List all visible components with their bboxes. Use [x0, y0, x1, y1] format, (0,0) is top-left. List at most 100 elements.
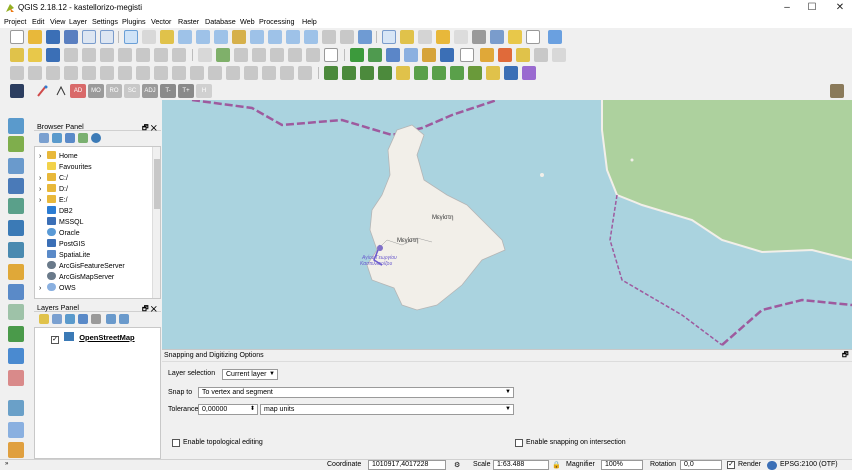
simplify-feature-icon[interactable]	[82, 66, 96, 80]
refresh-icon[interactable]	[358, 30, 372, 44]
new-bookmark-icon[interactable]	[340, 30, 354, 44]
add-ring-icon[interactable]	[100, 66, 114, 80]
manage-visibility-icon[interactable]	[65, 314, 75, 324]
add-raster-layer-icon[interactable]	[368, 48, 382, 62]
zoom-to-layer-icon[interactable]	[250, 30, 264, 44]
composer-manager-icon[interactable]	[100, 30, 114, 44]
new-spatialite-icon[interactable]	[498, 48, 512, 62]
move-feature-icon[interactable]	[82, 48, 96, 62]
node-tool-icon[interactable]	[100, 48, 114, 62]
cad-ad-button[interactable]: AD	[70, 84, 86, 98]
plugin-manager-icon[interactable]	[830, 84, 844, 98]
add-spatialite-layer-icon[interactable]	[404, 48, 418, 62]
touch-zoom-icon[interactable]	[160, 30, 174, 44]
add-wms-layer-icon[interactable]	[440, 48, 454, 62]
vector-tool-4-icon[interactable]	[378, 66, 392, 80]
save-layer-edits-icon[interactable]	[46, 48, 60, 62]
close-button[interactable]: ✕	[832, 2, 848, 14]
zoom-full-icon[interactable]	[214, 30, 228, 44]
open-attribute-table-icon[interactable]	[436, 30, 450, 44]
vector-tool-2-icon[interactable]	[342, 66, 356, 80]
vector-tool-5-icon[interactable]	[396, 66, 410, 80]
vector-tool-3-icon[interactable]	[360, 66, 374, 80]
add-vector-layer-side-icon[interactable]	[8, 118, 24, 134]
add-db2-side-icon[interactable]	[8, 348, 24, 364]
save-project-icon[interactable]	[46, 30, 60, 44]
deselect-icon[interactable]	[418, 30, 432, 44]
show-labels-icon[interactable]	[252, 48, 266, 62]
add-feature-icon[interactable]	[64, 48, 78, 62]
cad-t-plus-button[interactable]: T+	[178, 84, 194, 98]
browser-item-db2[interactable]: DB2	[39, 206, 73, 217]
maximize-button[interactable]: ☐	[804, 2, 820, 14]
zoom-in-icon[interactable]	[178, 30, 192, 44]
layer-labeling-icon[interactable]	[216, 48, 230, 62]
zoom-out-icon[interactable]	[196, 30, 210, 44]
browser-item-favourites[interactable]: Favourites	[39, 162, 92, 173]
snapping-intersection-checkbox[interactable]	[515, 439, 523, 447]
cad-tools-icon[interactable]	[10, 84, 24, 98]
cad-star-icon[interactable]	[54, 84, 68, 98]
redo-icon[interactable]	[46, 66, 60, 80]
add-raster-layer-side-icon[interactable]	[8, 136, 24, 152]
coordinate-field[interactable]: 1010917,4017228	[368, 460, 446, 470]
statistical-summary-icon[interactable]	[472, 30, 486, 44]
new-layer-side-icon[interactable]	[8, 400, 24, 416]
browser-item-home[interactable]: › Home	[39, 151, 78, 162]
scale-combo[interactable]: 1:63.488	[493, 460, 549, 470]
add-postgis-side-icon[interactable]	[8, 178, 24, 194]
cad-h-button[interactable]: H	[196, 84, 212, 98]
menu-plugins[interactable]: Plugins	[122, 17, 146, 26]
split-features-icon[interactable]	[226, 66, 240, 80]
topological-editing-checkbox[interactable]	[172, 439, 180, 447]
menu-raster[interactable]: Raster	[178, 17, 199, 26]
add-postgis-layer-icon[interactable]	[386, 48, 400, 62]
filter-icon[interactable]	[65, 133, 75, 143]
add-part-icon[interactable]	[118, 66, 132, 80]
identify-features-icon[interactable]	[382, 30, 396, 44]
collapse-icon[interactable]: »	[5, 461, 8, 467]
vector-tool-9-icon[interactable]	[486, 66, 500, 80]
label-tool-icon[interactable]	[198, 48, 212, 62]
measure-line-icon[interactable]	[490, 30, 504, 44]
browser-tree[interactable]: › Home Favourites › C:/ › D:/ › E:/ DB2 MSSQ…	[34, 146, 161, 299]
render-checkbox[interactable]: ✓	[727, 461, 735, 469]
browser-item-arcgis-map[interactable]: ArcGisMapServer	[39, 272, 114, 283]
menu-vector[interactable]: Vector	[151, 17, 171, 26]
menu-layer[interactable]: Layer	[69, 17, 87, 26]
new-print-composer-icon[interactable]	[82, 30, 96, 44]
add-wfs-side-icon[interactable]	[8, 242, 24, 258]
gps-side-icon[interactable]	[8, 442, 24, 458]
snapping-panel-float-icon[interactable]: 🗗	[842, 351, 849, 362]
layers-tree[interactable]: ✓ OpenStreetMap	[34, 327, 161, 459]
move-label-icon[interactable]	[270, 48, 284, 62]
fill-ring-icon[interactable]	[136, 66, 150, 80]
menu-help[interactable]: Help	[302, 17, 317, 26]
filter-expression-icon[interactable]	[91, 314, 101, 324]
change-label-icon[interactable]	[306, 48, 320, 62]
delete-ring-icon[interactable]	[154, 66, 168, 80]
map-canvas[interactable]: Μεγίστη Μεγίστη Αγίου Γεωργίου Καστελλορ…	[162, 100, 852, 349]
vector-tool-10-icon[interactable]	[504, 66, 518, 80]
merge-features-icon[interactable]	[262, 66, 276, 80]
menu-web[interactable]: Web	[240, 17, 255, 26]
rotate-feature-icon[interactable]	[64, 66, 78, 80]
menu-project[interactable]: Project	[4, 17, 26, 26]
new-temp-layer-side-icon[interactable]	[8, 422, 24, 438]
menu-view[interactable]: View	[50, 17, 65, 26]
undo-icon[interactable]	[28, 66, 42, 80]
add-mssql-layer-icon[interactable]	[422, 48, 436, 62]
sum-tool-icon[interactable]	[522, 66, 536, 80]
cad-pencil-icon[interactable]	[36, 84, 50, 98]
tolerance-unit-combo[interactable]: map units ▼	[260, 404, 514, 415]
reshape-features-icon[interactable]	[190, 66, 204, 80]
filter-legend-icon[interactable]	[78, 314, 88, 324]
magnifier-spinbox[interactable]: 100%	[601, 460, 643, 470]
cad-ro-button[interactable]: RO	[106, 84, 122, 98]
menu-processing[interactable]: Processing	[259, 17, 295, 26]
map-tips-icon[interactable]	[508, 30, 522, 44]
delete-part-icon[interactable]	[172, 66, 186, 80]
current-edits-icon[interactable]	[10, 48, 24, 62]
info-icon[interactable]	[91, 133, 101, 143]
new-project-icon[interactable]	[10, 30, 24, 44]
